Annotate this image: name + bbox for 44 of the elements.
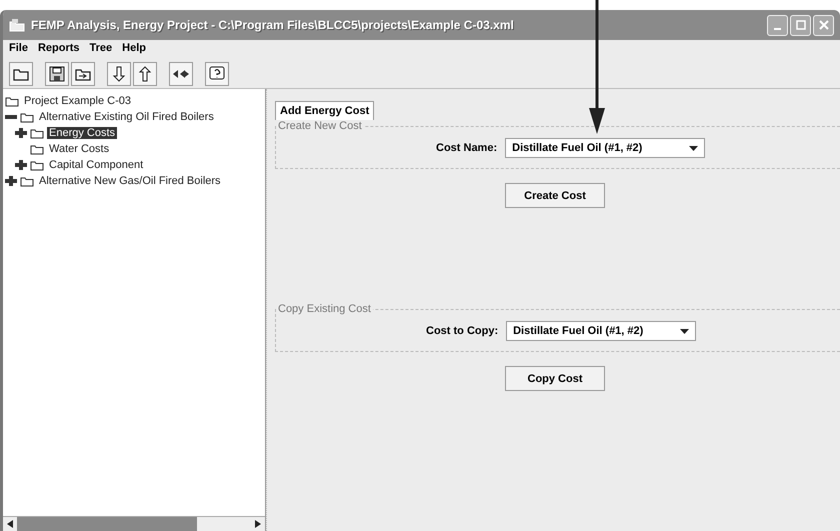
node-label[interactable]: Energy Costs — [47, 127, 118, 139]
folder-icon — [20, 112, 34, 122]
node-label[interactable]: Project Example C-03 — [22, 95, 133, 107]
copy-cost-button[interactable]: Copy Cost — [505, 366, 605, 391]
node-label[interactable]: Alternative New Gas/Oil Fired Boilers — [37, 175, 223, 187]
group-title: Create New Cost — [277, 120, 363, 132]
expand-icon[interactable] — [15, 160, 27, 170]
node-label[interactable]: Water Costs — [47, 143, 112, 155]
menu-item[interactable]: Tree — [90, 42, 112, 60]
cost-to-copy-dropdown[interactable]: Distillate Fuel Oil (#1, #2) — [506, 321, 696, 341]
cost-name-dropdown[interactable]: Distillate Fuel Oil (#1, #2) — [505, 138, 706, 158]
node-label[interactable]: Capital Component — [47, 159, 146, 171]
app-icon — [9, 18, 25, 32]
close-icon — [818, 20, 828, 30]
save-icon[interactable] — [45, 62, 69, 86]
maximize-button[interactable] — [790, 14, 811, 36]
collapse-icon[interactable] — [5, 112, 17, 122]
field-label: Cost to Copy: — [426, 325, 498, 337]
expand-icon[interactable] — [15, 128, 27, 138]
folder-icon[interactable] — [9, 62, 33, 86]
minimize-icon — [774, 28, 781, 30]
field-label: Cost Name: — [436, 142, 498, 154]
folder-icon — [30, 128, 44, 138]
folder-icon — [30, 144, 44, 154]
window-title: FEMP Analysis, Energy Project - C:\Program Files\BLCC5\projects\Example C-03.xml — [31, 18, 514, 32]
node-label[interactable]: Alternative Existing Oil Fired Boilers — [37, 111, 216, 123]
folder-icon — [30, 160, 44, 170]
horizontal-scrollbar[interactable] — [3, 516, 265, 531]
caret-icon[interactable] — [689, 146, 698, 150]
expand-icon[interactable] — [5, 176, 17, 186]
left-arrow-icon[interactable] — [7, 520, 13, 528]
right-arrow-icon[interactable] — [255, 520, 261, 528]
help-icon[interactable] — [205, 62, 229, 86]
menu-item[interactable]: File — [9, 42, 28, 60]
menu-item[interactable]: Help — [122, 42, 146, 60]
create-cost-button[interactable]: Create Cost — [505, 183, 605, 208]
folder-icon — [20, 176, 34, 186]
group-title: Copy Existing Cost — [277, 303, 372, 315]
menu-item[interactable]: Reports — [38, 42, 80, 60]
close-button[interactable] — [813, 14, 834, 36]
tab[interactable]: Add Energy Cost — [275, 101, 374, 120]
caret-icon[interactable] — [680, 328, 690, 334]
maximize-icon — [796, 20, 806, 30]
minimize-button[interactable] — [767, 14, 788, 36]
